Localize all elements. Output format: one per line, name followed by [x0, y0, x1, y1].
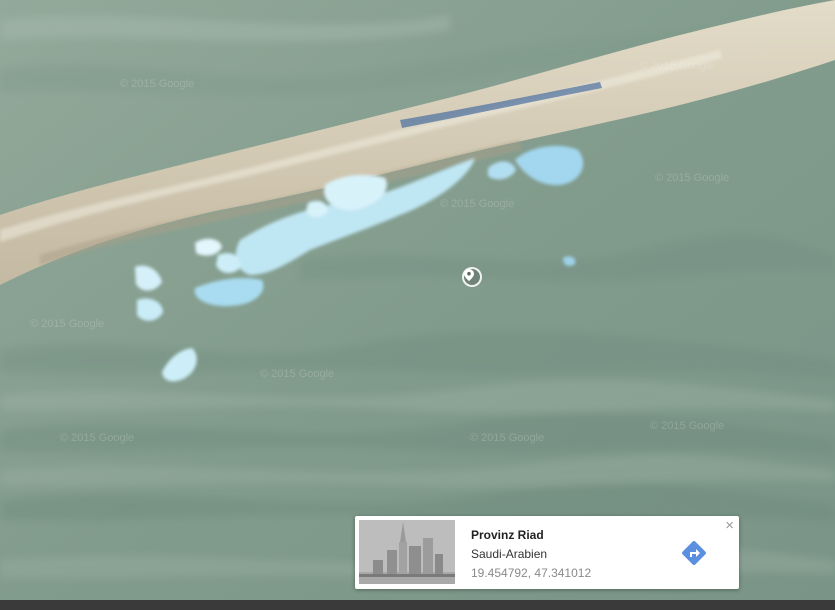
map-watermark: © 2015 Google [120, 78, 195, 90]
place-thumbnail[interactable] [359, 520, 455, 584]
map-watermark: © 2015 Google [650, 420, 725, 432]
place-country: Saudi-Arabien [471, 547, 548, 561]
place-info-card[interactable]: Provinz Riad Saudi-Arabien 19.454792, 47… [355, 516, 739, 589]
place-coordinates: 19.454792, 47.341012 [471, 566, 592, 580]
directions-arrow-icon [682, 541, 706, 565]
place-title: Provinz Riad [471, 528, 544, 542]
city-buildings-thumbnail-icon [359, 520, 455, 584]
bottom-bar [0, 600, 835, 610]
map-watermark: © 2015 Google [260, 368, 335, 380]
map-watermark: © 2015 Google [60, 432, 135, 444]
map-watermark: © 2015 Google [30, 318, 105, 330]
map-watermark: © 2015 Google [470, 432, 545, 444]
directions-button[interactable] [679, 538, 709, 568]
map-watermark: © 2015 Google [655, 172, 730, 184]
map-watermark: © 2015 Google [640, 60, 715, 72]
location-pin-icon[interactable] [462, 267, 482, 287]
map-watermark: © 2015 Google [440, 198, 515, 210]
close-icon[interactable]: × [725, 518, 734, 534]
